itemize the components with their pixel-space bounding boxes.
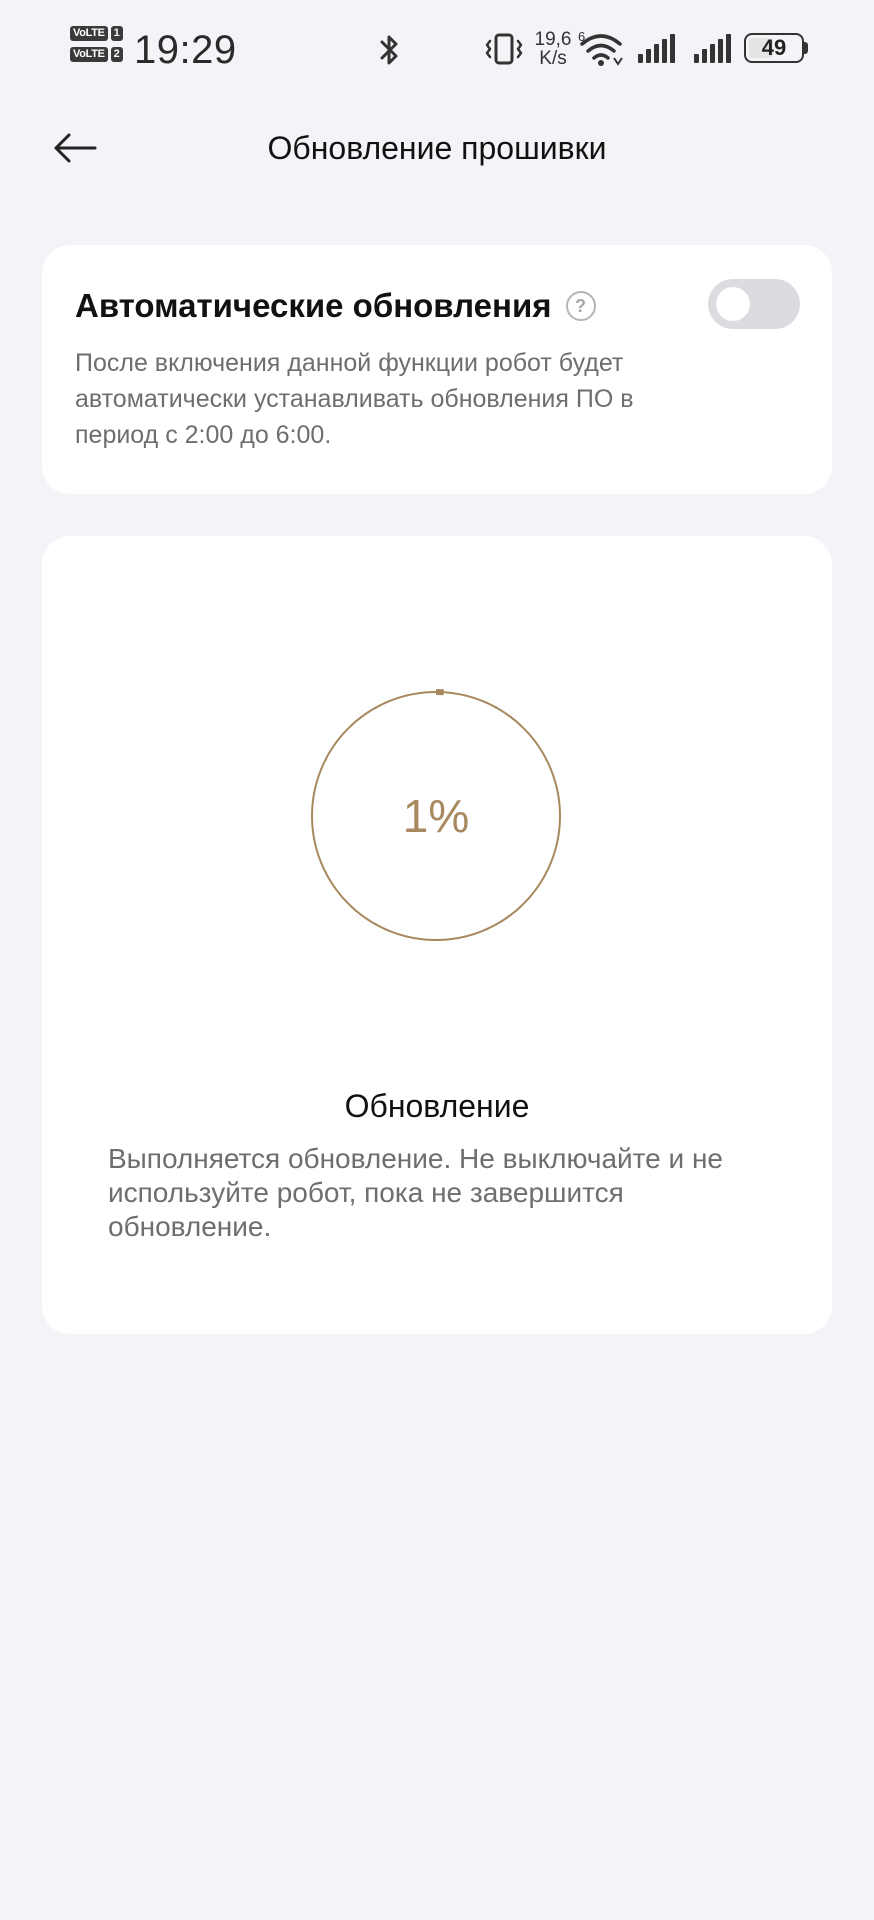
cellular-signal-icon	[694, 34, 731, 63]
progress-percent: 1%	[402, 790, 470, 842]
update-status-title: Обновление	[344, 1088, 530, 1124]
update-status-description: Выполняется обновление. Не выключайте и …	[108, 1143, 723, 1242]
question-circle-icon[interactable]: ?	[565, 291, 596, 321]
sim1-number: 1	[110, 26, 123, 41]
toggle-knob	[716, 287, 750, 321]
cellular-signal-icon	[638, 34, 675, 63]
auto-update-title: Автоматические обновления	[75, 287, 552, 324]
status-clock: 19:29	[134, 28, 237, 72]
network-speed-unit: K/s	[539, 48, 567, 69]
volte-indicators: VoLTE 1 VoLTE 2	[70, 26, 123, 62]
page-title: Обновление прошивки	[267, 130, 607, 166]
battery-tip	[804, 42, 808, 54]
sim2-volte: VoLTE 2	[70, 47, 123, 62]
volte-badge-sim1: VoLTE	[70, 26, 108, 41]
wifi-icon: 6	[578, 29, 623, 66]
auto-update-description: После включения данной функции робот буд…	[75, 349, 634, 449]
auto-update-card: Автоматические обновления ? После включе…	[42, 245, 832, 494]
auto-update-title-row: Автоматические обновления ?	[75, 285, 596, 327]
battery-level: 49	[761, 35, 787, 60]
vibrate-icon	[485, 33, 523, 65]
battery-icon: 49	[744, 33, 804, 63]
update-progress-card: 1% Обновление Выполняется обновление. Не…	[42, 536, 832, 1334]
status-bar: VoLTE 1 VoLTE 2 19:29 19,6 K/s 6 49	[0, 0, 874, 100]
app-header: Обновление прошивки	[0, 100, 874, 196]
auto-update-toggle[interactable]	[708, 279, 800, 329]
volte-badge-sim2: VoLTE	[70, 47, 108, 62]
network-speed-value: 19,6	[534, 29, 572, 50]
sim2-number: 2	[110, 47, 123, 62]
sim1-volte: VoLTE 1	[70, 26, 123, 41]
network-speed: 19,6 K/s	[530, 30, 576, 68]
bluetooth-icon	[380, 35, 398, 65]
